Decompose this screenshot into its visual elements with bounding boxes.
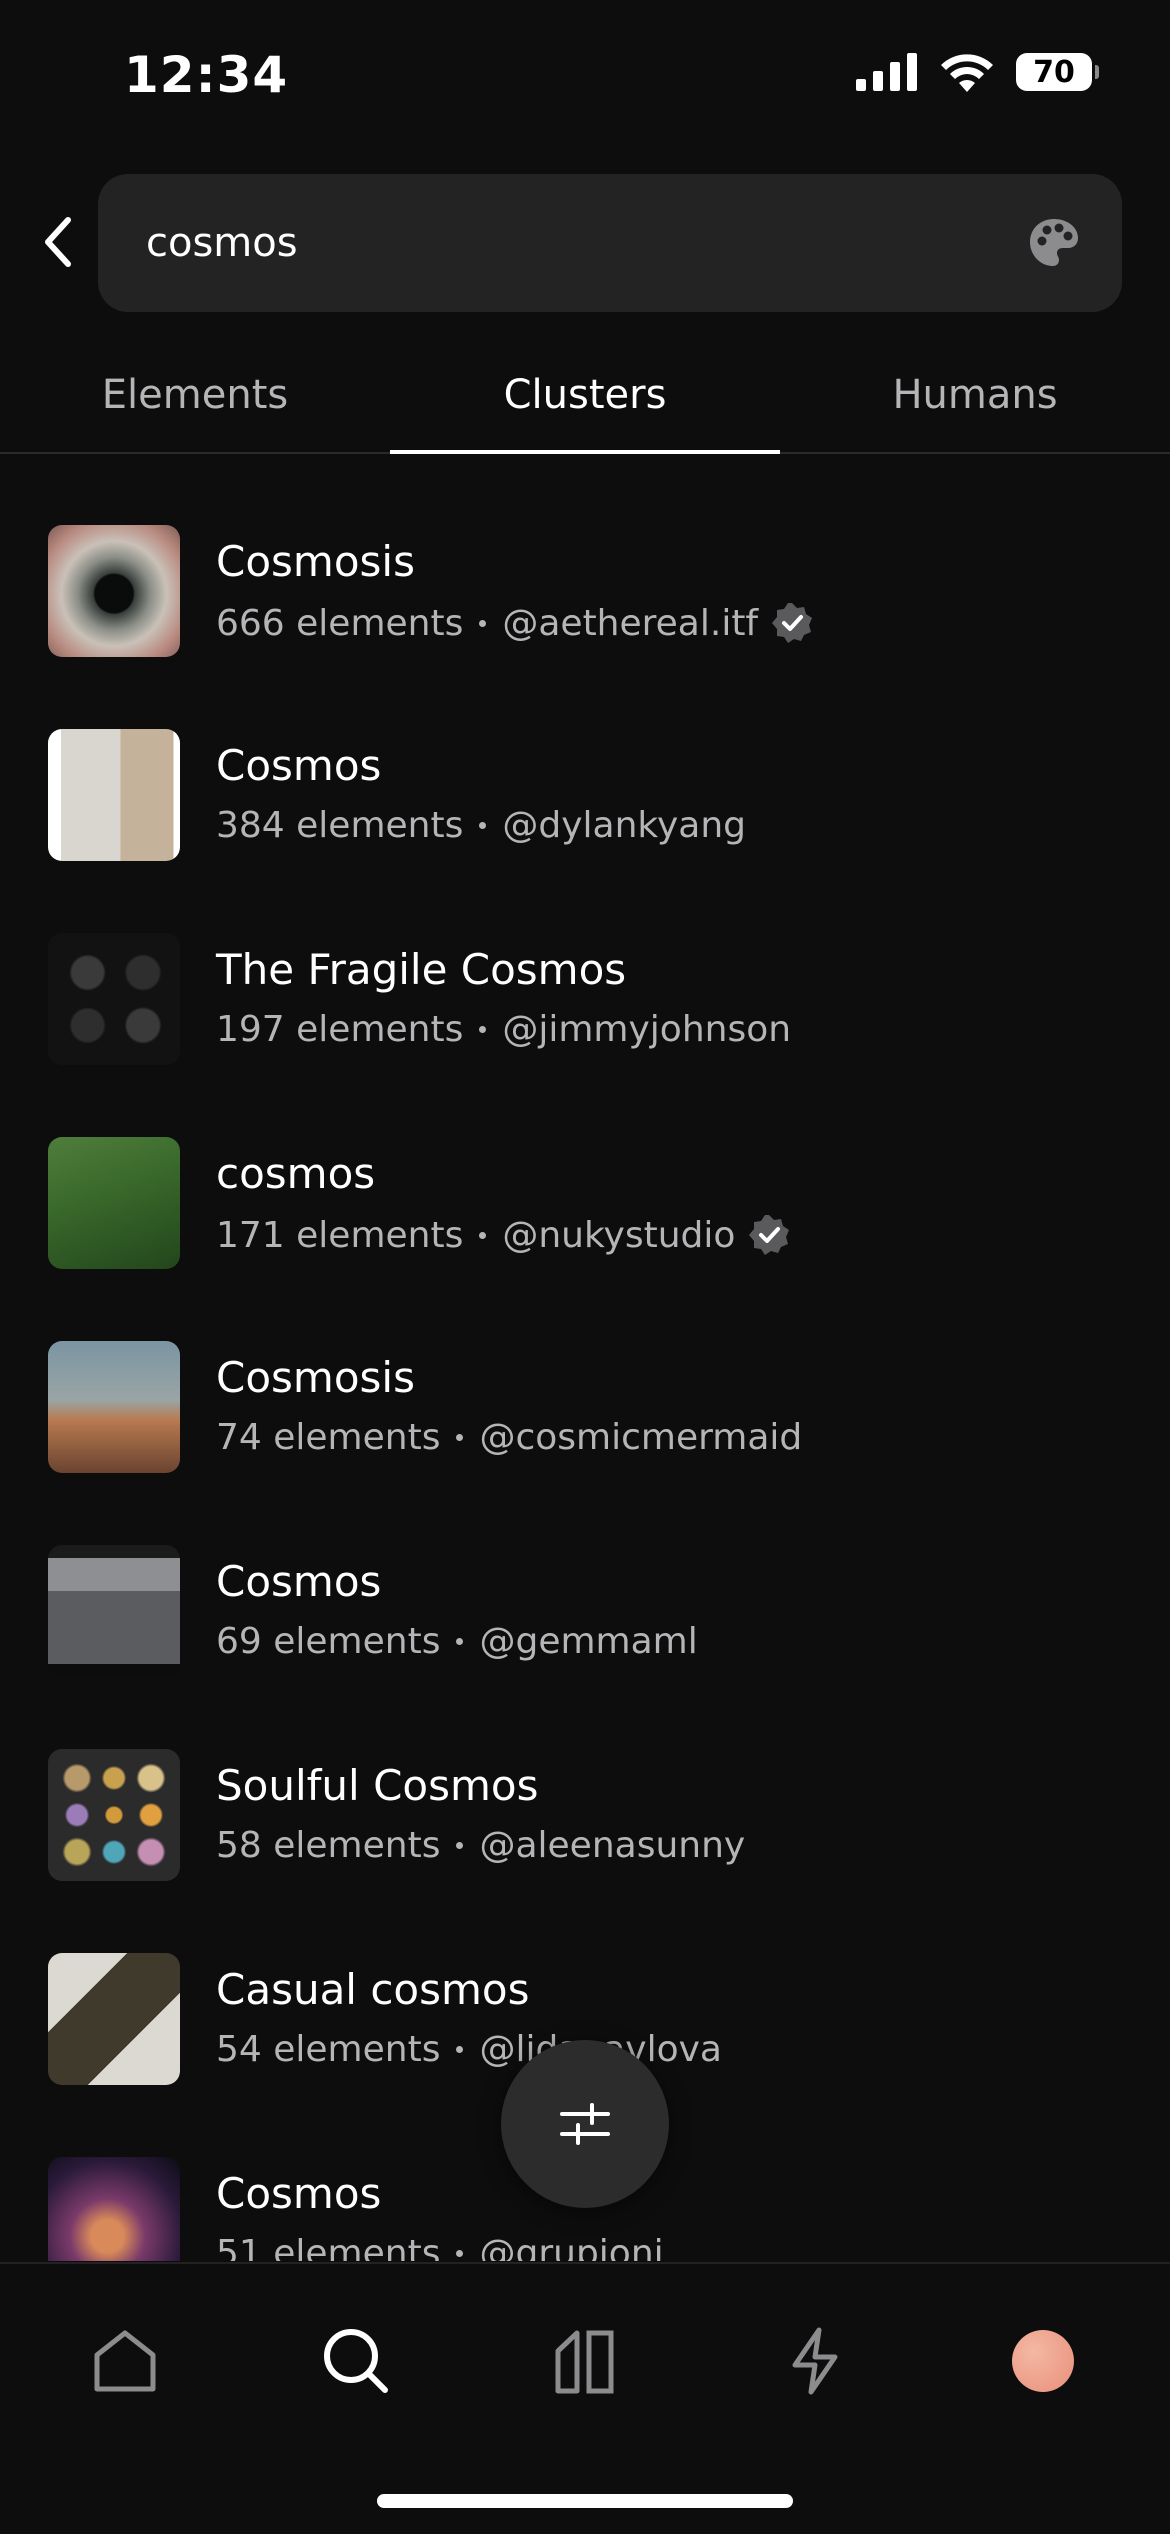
element-count: 69 elements bbox=[216, 1621, 441, 1662]
element-count: 384 elements bbox=[216, 805, 464, 846]
cluster-meta: 74 elements @cosmicmermaid bbox=[216, 1417, 802, 1458]
element-count: 51 elements bbox=[216, 2233, 441, 2261]
cluster-owner[interactable]: @jimmyjohnson bbox=[502, 1009, 791, 1050]
battery-icon: 70 bbox=[1016, 53, 1099, 91]
separator-dot bbox=[456, 1434, 464, 1441]
stack-icon bbox=[555, 2330, 614, 2394]
separator-dot bbox=[456, 2250, 464, 2257]
separator-dot bbox=[456, 2046, 464, 2053]
separator-dot bbox=[479, 619, 487, 627]
home-icon bbox=[94, 2330, 156, 2392]
element-count: 171 elements bbox=[216, 1214, 464, 1256]
cluster-title: Cosmosis bbox=[216, 1353, 415, 1402]
sliders-icon bbox=[560, 2103, 610, 2145]
tab-clusters[interactable]: Clusters bbox=[390, 350, 780, 454]
cluster-meta: 51 elements @grupioni bbox=[216, 2233, 664, 2261]
cluster-owner[interactable]: @nukystudio bbox=[502, 1215, 735, 1256]
element-count: 74 elements bbox=[216, 1417, 441, 1458]
separator-dot bbox=[456, 1842, 464, 1849]
cluster-thumbnail bbox=[48, 1137, 180, 1269]
cluster-title: Soulful Cosmos bbox=[216, 1761, 539, 1810]
cluster-owner[interactable]: @grupioni bbox=[479, 2233, 663, 2261]
cluster-title: Cosmos bbox=[216, 2169, 382, 2218]
cluster-title: cosmos bbox=[216, 1149, 376, 1198]
nav-activity[interactable] bbox=[770, 2316, 860, 2406]
cluster-thumbnail bbox=[48, 729, 180, 861]
tab-elements[interactable]: Elements bbox=[0, 350, 390, 452]
cluster-title: Casual cosmos bbox=[216, 1965, 530, 2014]
nav-home[interactable] bbox=[80, 2316, 170, 2406]
cluster-owner[interactable]: @gemmaml bbox=[479, 1621, 697, 1662]
separator-dot bbox=[479, 822, 487, 829]
results-list: Cosmosis 666 elements @aethereal.itf Cos… bbox=[0, 455, 1170, 2261]
back-button[interactable] bbox=[28, 212, 88, 272]
element-count: 197 elements bbox=[216, 1009, 464, 1050]
cluster-owner[interactable]: @dylankyang bbox=[502, 805, 746, 846]
cluster-meta: 54 elements @lidapavlova bbox=[216, 2029, 722, 2070]
cluster-meta: 666 elements @aethereal.itf bbox=[216, 601, 814, 645]
wifi-icon bbox=[941, 54, 993, 92]
verified-badge-icon bbox=[770, 601, 814, 645]
cluster-meta: 69 elements @gemmaml bbox=[216, 1621, 698, 1662]
filter-button[interactable] bbox=[501, 2040, 669, 2208]
lightning-icon bbox=[792, 2327, 838, 2395]
search-icon bbox=[324, 2329, 388, 2393]
cluster-thumbnail bbox=[48, 525, 180, 657]
cluster-meta: 58 elements @aleenasunny bbox=[216, 1825, 745, 1866]
palette-icon bbox=[1030, 219, 1078, 266]
nav-search[interactable] bbox=[311, 2316, 401, 2406]
separator-dot bbox=[479, 1231, 487, 1239]
palette-button[interactable] bbox=[1026, 215, 1082, 271]
cluster-title: Cosmos bbox=[216, 741, 382, 790]
search-box bbox=[98, 174, 1122, 312]
cluster-meta: 171 elements @nukystudio bbox=[216, 1213, 791, 1257]
list-item[interactable]: Cosmosis 74 elements @cosmicmermaid bbox=[0, 1271, 1170, 1475]
list-item[interactable]: Cosmos 69 elements @gemmaml bbox=[0, 1475, 1170, 1679]
status-icons: 70 bbox=[856, 52, 1099, 92]
status-time: 12:34 bbox=[124, 46, 289, 104]
element-count: 54 elements bbox=[216, 2029, 441, 2070]
element-count: 666 elements bbox=[216, 602, 464, 644]
nav-stack[interactable] bbox=[540, 2316, 630, 2406]
cluster-thumbnail bbox=[48, 2157, 180, 2261]
cluster-thumbnail bbox=[48, 933, 180, 1065]
search-header bbox=[0, 174, 1170, 312]
cluster-title: The Fragile Cosmos bbox=[216, 945, 627, 994]
cluster-owner[interactable]: @aleenasunny bbox=[479, 1825, 745, 1866]
cluster-thumbnail bbox=[48, 1545, 180, 1677]
element-count: 58 elements bbox=[216, 1825, 441, 1866]
nav-profile[interactable] bbox=[998, 2316, 1088, 2406]
cluster-title: Cosmos bbox=[216, 1557, 382, 1606]
avatar bbox=[1012, 2330, 1074, 2392]
list-item[interactable]: The Fragile Cosmos 197 elements @jimmyjo… bbox=[0, 863, 1170, 1067]
list-item[interactable]: Cosmos 384 elements @dylankyang bbox=[0, 659, 1170, 863]
tab-bar: Elements Clusters Humans bbox=[0, 350, 1170, 454]
battery-level: 70 bbox=[1033, 54, 1075, 90]
list-item[interactable]: cosmos 171 elements @nukystudio bbox=[0, 1067, 1170, 1271]
separator-dot bbox=[479, 1026, 487, 1033]
status-bar: 12:34 70 bbox=[0, 0, 1170, 150]
cluster-title: Cosmosis bbox=[216, 537, 415, 586]
cluster-owner[interactable]: @cosmicmermaid bbox=[479, 1417, 802, 1458]
search-input[interactable] bbox=[146, 174, 966, 312]
cluster-meta: 197 elements @jimmyjohnson bbox=[216, 1009, 791, 1050]
cellular-signal-icon bbox=[856, 53, 917, 91]
tab-humans[interactable]: Humans bbox=[780, 350, 1170, 452]
verified-badge-icon bbox=[747, 1213, 791, 1257]
list-item[interactable]: Soulful Cosmos 58 elements @aleenasunny bbox=[0, 1679, 1170, 1883]
cluster-owner[interactable]: @aethereal.itf bbox=[502, 603, 758, 644]
cluster-thumbnail bbox=[48, 1749, 180, 1881]
chevron-left-icon bbox=[45, 217, 71, 267]
cluster-meta: 384 elements @dylankyang bbox=[216, 805, 746, 846]
cluster-thumbnail bbox=[48, 1953, 180, 2085]
cluster-thumbnail bbox=[48, 1341, 180, 1473]
list-item[interactable]: Cosmosis 666 elements @aethereal.itf bbox=[0, 455, 1170, 659]
home-indicator bbox=[377, 2494, 793, 2508]
separator-dot bbox=[456, 1638, 464, 1645]
